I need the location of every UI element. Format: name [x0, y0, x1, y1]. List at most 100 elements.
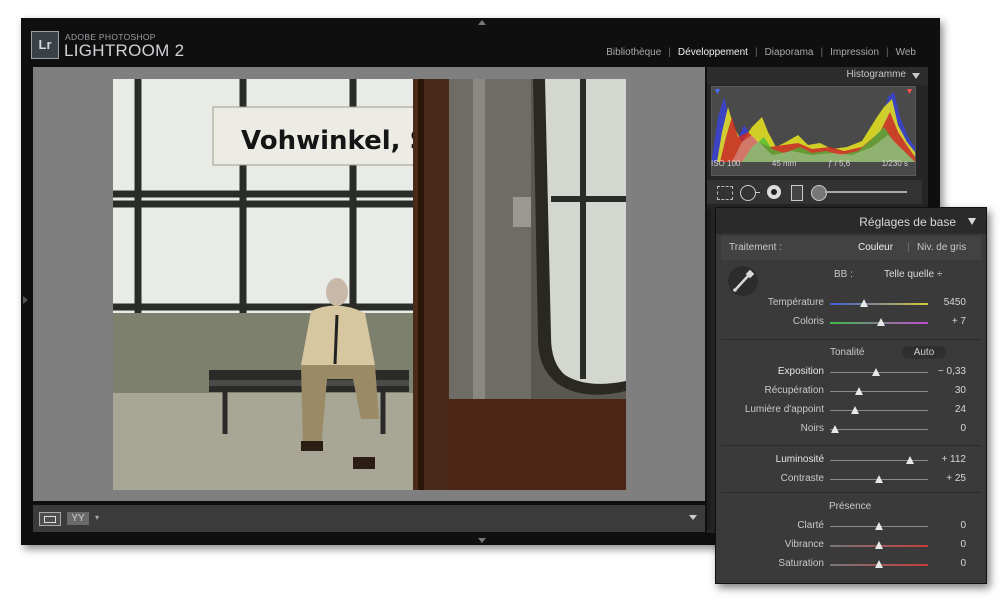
basic-panel-title: Réglages de base — [859, 215, 956, 229]
loupe-view-button[interactable] — [39, 512, 61, 526]
temperature-slider[interactable] — [830, 303, 928, 305]
module-library[interactable]: Bibliothèque — [606, 47, 661, 58]
tint-label: Coloris — [792, 316, 824, 327]
basic-panel-header[interactable]: Réglages de base — [716, 208, 986, 234]
aperture: ƒ / 5,6 — [827, 159, 851, 168]
vibrance-slider-row: Vibrance 0 — [716, 539, 986, 553]
brightness-value[interactable]: + 112 — [941, 454, 966, 465]
module-separator: | — [886, 47, 889, 58]
wb-label: BB : — [834, 269, 853, 280]
clarity-value[interactable]: 0 — [960, 520, 966, 531]
treatment-grayscale-option[interactable]: Niv. de gris — [917, 242, 966, 253]
focal-length: 45 mm — [771, 159, 797, 168]
module-print[interactable]: Impression — [830, 47, 879, 58]
presence-label: Présence — [829, 501, 872, 512]
module-separator: | — [754, 47, 758, 58]
clarity-slider-row: Clarté 0 — [716, 520, 986, 534]
saturation-value[interactable]: 0 — [960, 558, 966, 569]
left-panel-toggle[interactable] — [23, 296, 28, 304]
fill-slider[interactable] — [830, 410, 928, 411]
histogram-exif: ISO 100 45 mm ƒ / 5,6 1/230 s — [711, 159, 908, 168]
tool-strip — [707, 180, 922, 204]
bottom-panel-toggle[interactable] — [478, 538, 486, 543]
panel-edge — [707, 209, 711, 529]
shutter-speed: 1/230 s — [881, 159, 908, 168]
module-web[interactable]: Web — [896, 47, 916, 58]
treatment-label: Traitement : — [729, 242, 782, 253]
auto-tone-button[interactable]: Auto — [902, 346, 946, 359]
temperature-slider-row: Température 5450 — [716, 297, 986, 311]
vibrance-label: Vibrance — [784, 539, 824, 550]
fill-value[interactable]: 24 — [955, 404, 966, 415]
contrast-label: Contraste — [780, 473, 824, 484]
before-after-button[interactable]: YY — [67, 512, 89, 525]
divider — [721, 445, 981, 446]
brightness-slider-row: Luminosité + 112 — [716, 454, 986, 468]
saturation-slider-thumb[interactable] — [875, 560, 883, 568]
collapse-triangle-icon[interactable] — [912, 73, 920, 79]
exposure-label: Exposition — [777, 366, 824, 377]
graduated-filter-icon[interactable] — [791, 185, 803, 201]
contrast-value[interactable]: + 25 — [946, 473, 966, 484]
divider — [721, 492, 981, 493]
tint-slider-row: Coloris + 7 — [716, 316, 986, 330]
contrast-slider-row: Contraste + 25 — [716, 473, 986, 487]
module-separator: | — [820, 47, 824, 58]
tone-label: Tonalité — [830, 347, 865, 358]
divider — [721, 339, 981, 340]
saturation-slider-row: Saturation 0 — [716, 558, 986, 572]
tint-value[interactable]: + 7 — [952, 316, 966, 327]
collapse-triangle-icon[interactable] — [968, 218, 976, 225]
exposure-slider-row: Exposition − 0,33 — [716, 366, 986, 380]
brand-main: LIGHTROOM 2 — [64, 41, 185, 60]
photo-image: Vohwinkel, Sch — [113, 79, 626, 490]
blacks-slider-thumb[interactable] — [830, 425, 839, 433]
bottom-toolbar: YY ▾ — [33, 505, 705, 532]
recovery-label: Récupération — [764, 385, 824, 396]
recovery-slider-thumb[interactable] — [855, 387, 864, 395]
recovery-slider[interactable] — [830, 391, 928, 392]
main-photo[interactable]: Vohwinkel, Sch — [113, 79, 626, 490]
saturation-label: Saturation — [778, 558, 824, 569]
blacks-slider[interactable] — [830, 429, 928, 430]
clarity-label: Clarté — [797, 520, 824, 531]
histogram-header[interactable]: Histogramme — [707, 67, 928, 85]
blacks-value[interactable]: 0 — [960, 423, 966, 434]
fill-slider-thumb[interactable] — [850, 406, 859, 414]
iso-value: ISO 100 — [711, 159, 741, 168]
exposure-value[interactable]: − 0,33 — [938, 366, 966, 377]
clarity-slider-thumb[interactable] — [875, 522, 883, 530]
module-slideshow[interactable]: Diaporama — [765, 47, 814, 58]
fill-slider-row: Lumière d'appoint 24 — [716, 404, 986, 418]
contrast-slider-thumb[interactable] — [875, 475, 883, 483]
wb-preset-select[interactable]: Telle quelle ÷ — [884, 269, 942, 280]
treatment-color-option[interactable]: Couleur — [858, 242, 893, 253]
recovery-value[interactable]: 30 — [955, 385, 966, 396]
tint-slider-thumb[interactable] — [876, 318, 885, 326]
module-picker: Bibliothèque | Développement | Diaporama… — [606, 47, 916, 58]
crop-overlay-icon[interactable] — [717, 186, 733, 200]
fill-label: Lumière d'appoint — [744, 404, 824, 415]
red-eye-icon[interactable] — [767, 185, 781, 199]
temperature-value[interactable]: 5450 — [944, 297, 966, 308]
temperature-slider-thumb[interactable] — [860, 299, 869, 307]
chevron-down-icon[interactable]: ▾ — [95, 513, 99, 522]
treatment-section: Traitement : Couleur | Niv. de gris — [721, 236, 981, 260]
histogram-title: Histogramme — [846, 69, 906, 80]
module-separator: | — [668, 47, 671, 58]
blacks-label: Noirs — [800, 423, 824, 434]
module-develop[interactable]: Développement — [678, 47, 748, 58]
spot-removal-icon[interactable] — [740, 185, 760, 201]
vibrance-slider-thumb[interactable] — [875, 541, 883, 549]
eyedropper-icon — [733, 269, 755, 292]
adjustment-brush-icon[interactable] — [811, 185, 827, 201]
top-panel-toggle[interactable] — [478, 20, 486, 25]
toolbar-menu-icon[interactable] — [689, 515, 697, 520]
image-view[interactable]: Vohwinkel, Sch — [33, 67, 705, 501]
white-balance-selector[interactable] — [728, 266, 758, 296]
vibrance-value[interactable]: 0 — [960, 539, 966, 550]
exposure-slider-thumb[interactable] — [872, 368, 881, 376]
brightness-slider-thumb[interactable] — [906, 456, 915, 464]
app-logo: Lr — [31, 31, 59, 59]
blacks-slider-row: Noirs 0 — [716, 423, 986, 437]
